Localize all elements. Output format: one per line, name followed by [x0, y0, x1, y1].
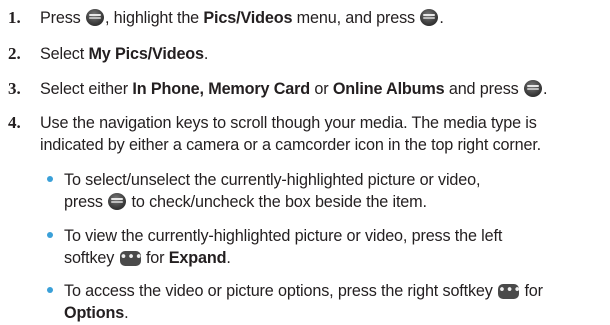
- bullet-3: To access the video or picture options, …: [47, 280, 604, 324]
- bullet-dot: [47, 232, 53, 238]
- bullet-2: To view the currently-highlighted pictur…: [47, 225, 604, 269]
- softkey-label: Options: [64, 304, 125, 322]
- text-line: Options.: [64, 302, 604, 324]
- softkey-icon: [498, 280, 520, 302]
- text-line: To access the video or picture options, …: [64, 280, 604, 302]
- instruction-page: 1. Press , highlight the Pics/Videos men…: [0, 0, 610, 325]
- text-run: Press: [40, 9, 85, 27]
- text-run: .: [542, 80, 548, 98]
- step-number: 2.: [8, 44, 21, 63]
- text-run: , highlight the: [104, 9, 204, 27]
- text-run: to check/uncheck the box beside the item…: [127, 193, 427, 211]
- menu-ok-key-icon: [420, 9, 439, 26]
- text-run: or: [310, 80, 333, 98]
- text-run: Select either: [40, 80, 133, 98]
- menu-ok-key-icon: [523, 80, 542, 97]
- text-line: To select/unselect the currently-highlig…: [64, 171, 481, 189]
- text-run: .: [439, 9, 444, 27]
- softkey-icon: [119, 247, 141, 269]
- step-text: Select My Pics/Videos.: [40, 43, 604, 65]
- text-run: .: [203, 45, 209, 63]
- step-text: Use the navigation keys to scroll though…: [40, 112, 604, 156]
- softkey-label: Expand: [168, 249, 227, 267]
- text-run: menu, and press: [292, 9, 420, 27]
- text-run: softkey: [64, 249, 119, 267]
- step-number: 4.: [8, 113, 21, 132]
- text-line: Use the navigation keys to scroll though…: [40, 114, 537, 132]
- step-text: Select either In Phone, Memory Card or O…: [40, 78, 604, 100]
- text-run: and press: [444, 80, 523, 98]
- text-run: To access the video or picture options, …: [64, 282, 498, 300]
- text-line: indicated by either a camera or a camcor…: [40, 136, 542, 154]
- text-run: Select: [40, 45, 89, 63]
- step-number: 3.: [8, 79, 21, 98]
- option-name: Online Albums: [332, 80, 445, 98]
- text-line: press to check/uncheck the box beside th…: [64, 191, 604, 213]
- step-text: Press , highlight the Pics/Videos menu, …: [40, 7, 604, 29]
- text-run: for: [141, 249, 169, 267]
- text-run: .: [226, 249, 231, 267]
- text-run: press: [64, 193, 108, 211]
- menu-name: Pics/Videos: [203, 9, 293, 27]
- bullet-dot: [47, 176, 53, 182]
- text-line: To view the currently-highlighted pictur…: [64, 227, 503, 245]
- menu-ok-key-icon: [85, 9, 104, 26]
- bullet-1: To select/unselect the currently-highlig…: [47, 169, 604, 213]
- menu-ok-key-icon: [108, 193, 127, 210]
- text-line: softkey for Expand.: [64, 247, 604, 269]
- step-number: 1.: [8, 8, 21, 27]
- text-run: .: [124, 304, 129, 322]
- menu-name: My Pics/Videos: [88, 45, 204, 63]
- option-name: In Phone, Memory Card: [132, 80, 311, 98]
- text-run: for: [520, 282, 543, 300]
- bullet-dot: [47, 287, 53, 293]
